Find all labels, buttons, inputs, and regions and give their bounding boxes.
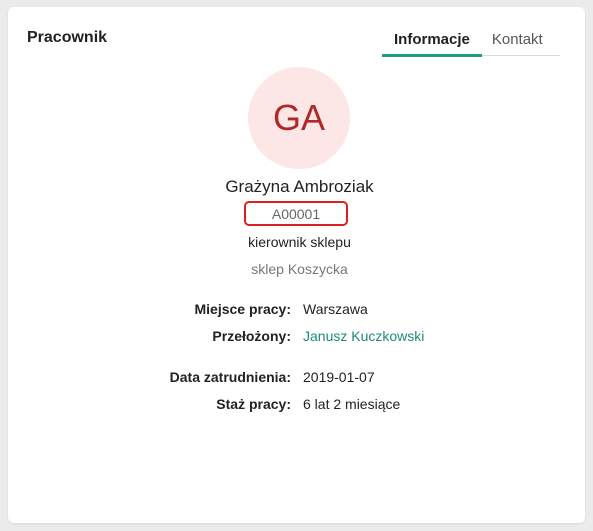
workplace-value: Warszawa [303,301,368,317]
card-title: Pracownik [27,29,108,46]
detail-row-tenure: Staż pracy: 6 lat 2 miesiące [8,396,591,416]
supervisor-label: Przełożony: [212,328,291,344]
tab-bar: Informacje Kontakt [382,29,560,57]
hire-date-label: Data zatrudnienia: [169,369,291,385]
detail-row-supervisor: Przełożony: Janusz Kuczkowski [8,328,591,348]
detail-row-workplace: Miejsce pracy: Warszawa [8,301,591,321]
tenure-label: Staż pracy: [216,396,291,412]
employee-position: kierownik sklepu [248,234,351,250]
tenure-value: 6 lat 2 miesiące [303,396,401,412]
tab-informacje[interactable]: Informacje [382,29,482,57]
employee-name: Grażyna Ambroziak [225,177,374,196]
employee-card: Pracownik Informacje Kontakt GA Grażyna … [8,7,585,523]
avatar-initials: GA [272,97,325,138]
employee-store: sklep Koszycka [251,261,348,277]
employee-code-highlight: A00001 [244,201,348,226]
detail-row-hire-date: Data zatrudnienia: 2019-01-07 [8,369,591,389]
supervisor-link[interactable]: Janusz Kuczkowski [303,328,424,344]
avatar: GA [248,67,350,169]
tab-kontakt[interactable]: Kontakt [482,29,555,54]
hire-date-value: 2019-01-07 [303,369,375,385]
workplace-label: Miejsce pracy: [194,301,292,317]
employee-code: A00001 [271,205,321,222]
